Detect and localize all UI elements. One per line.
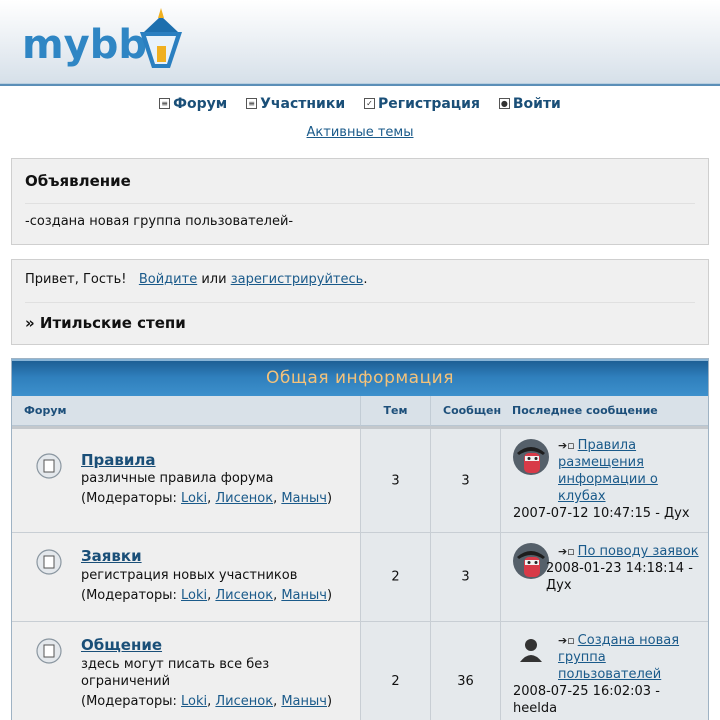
forum-description: различные правила форума [81,471,274,486]
topic-count: 2 [391,569,400,585]
post-count: 3 [461,569,470,585]
mybb-logo[interactable]: mybb [22,6,192,78]
moderator-link[interactable]: Loki [181,694,207,709]
column-header-last-post: Последнее сообщение [501,396,708,426]
register-link[interactable]: зарегистрируйтесь [231,272,364,287]
forum-row: Правила различные правила форума (Модера… [12,429,708,533]
column-header-topics: Тем [361,396,431,426]
forum-row: Заявки регистрация новых участников (Мод… [12,533,708,622]
post-count: 36 [457,674,474,689]
moderator-link[interactable]: Лисенок [215,491,273,506]
moderator-link[interactable]: Маныч [281,491,327,506]
last-post-meta: 2008-01-23 14:18:14 - Дух [546,561,693,593]
nav-forum[interactable]: ≡ Форум [159,96,227,112]
nav-register[interactable]: ✓ Регистрация [364,96,480,112]
forum-link-applications[interactable]: Заявки [81,547,142,565]
svg-text:mybb: mybb [22,22,147,68]
forum-moderators: (Модераторы: Loki, Лисенок, Маныч) [81,694,333,709]
forum-moderators: (Модераторы: Loki, Лисенок, Маныч) [81,588,333,603]
category-title[interactable]: Общая информация [12,359,708,396]
announcement-text: -создана новая группа пользователей- [25,214,294,229]
forum-moderators: (Модераторы: Loki, Лисенок, Маныч) [81,491,333,506]
announcement-box: Объявление -создана новая группа пользов… [11,158,709,245]
welcome-box: Привет, Гость! Войдите или зарегистрируй… [11,259,709,345]
topic-count: 2 [391,674,400,689]
moderator-link[interactable]: Маныч [281,694,327,709]
forum-description: регистрация новых участников [81,568,298,583]
list-icon: ≡ [159,98,171,109]
members-list-icon: ≡ [246,98,258,109]
breadcrumb[interactable]: » Итильские степи [25,314,186,332]
active-topics-link[interactable]: Активные темы [307,125,414,140]
moderator-link[interactable]: Loki [181,491,207,506]
divider [25,302,695,303]
lock-icon: ● [498,98,510,109]
forum-link-rules[interactable]: Правила [81,451,156,469]
last-post-meta: 2007-07-12 10:47:15 - Дух [513,506,690,521]
column-header-posts: Сообщений [431,396,517,426]
moderator-link[interactable]: Loki [181,588,207,603]
divider [25,203,695,204]
moderator-link[interactable]: Лисенок [215,588,273,603]
forum-link-general[interactable]: Общение [81,636,162,654]
main-nav: ≡ Форум ≡ Участники ✓ Регистрация ● Войт… [0,94,720,114]
active-topics-row: Активные темы [0,125,720,140]
nav-login[interactable]: ● Войти [498,96,561,112]
forum-description: здесь могут писать все без ограничений [81,657,270,689]
last-post-arrow-icon: ➔▫ [558,545,575,558]
topic-count: 3 [391,473,400,488]
post-count: 3 [461,473,470,488]
forum-category-table: Общая информация Форум Тем Сообщений Пос… [11,358,709,720]
login-link[interactable]: Войдите [139,272,197,287]
last-post-link[interactable]: По поводу заявок [578,544,699,559]
forum-status-icon [36,549,62,575]
forum-status-icon [36,638,62,664]
forum-status-icon [36,453,62,479]
moderator-link[interactable]: Маныч [281,588,327,603]
welcome-greeting: Привет, Гость! Войдите или зарегистрируй… [25,272,368,287]
last-post-meta: 2008-07-25 16:02:03 - heelda [513,684,660,716]
announcement-title: Объявление [25,172,131,190]
checkmark-icon: ✓ [364,98,376,109]
moderator-link[interactable]: Лисенок [215,694,273,709]
column-header-forum: Форум [12,396,361,426]
last-post-arrow-icon: ➔▫ [558,634,575,647]
forum-row: Общение здесь могут писать все без огран… [12,622,708,720]
last-post-link[interactable]: Создана новая группа пользователей [558,633,679,682]
nav-members[interactable]: ≡ Участники [246,96,345,112]
page-header: mybb [0,0,720,86]
last-post-arrow-icon: ➔▫ [558,439,575,452]
